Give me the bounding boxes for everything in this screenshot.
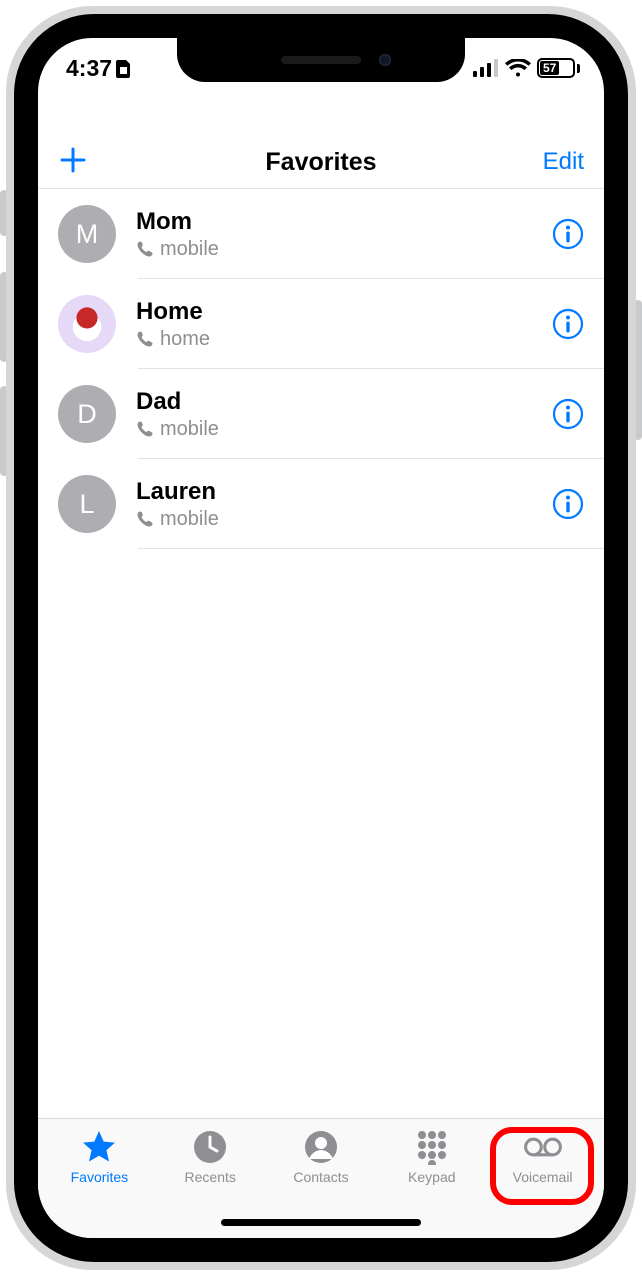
info-button[interactable]: [552, 398, 584, 430]
status-bar: 4:37 57: [38, 46, 604, 90]
info-button[interactable]: [552, 488, 584, 520]
info-icon: [552, 218, 584, 250]
tab-label: Contacts: [293, 1169, 348, 1185]
contact-line-type: mobile: [160, 238, 219, 261]
cellular-signal-icon: [473, 59, 499, 77]
wifi-icon: [505, 59, 531, 77]
favorite-row[interactable]: L Laurenmobile: [38, 459, 604, 549]
battery-indicator: 57: [537, 58, 580, 78]
status-time: 4:37: [66, 55, 112, 82]
favorite-row[interactable]: D Dadmobile: [38, 369, 604, 459]
status-left: 4:37: [66, 55, 132, 82]
phone-handset-icon: [136, 330, 154, 348]
contact-name: Dad: [136, 388, 552, 416]
edit-button[interactable]: Edit: [543, 148, 584, 176]
sim-icon: [116, 58, 132, 78]
contact-subline: mobile: [136, 238, 552, 261]
phone-handset-icon: [136, 240, 154, 258]
contact-subline: mobile: [136, 418, 552, 441]
contact-line-type: mobile: [160, 508, 219, 531]
contact-avatar: [58, 295, 116, 353]
tab-label: Keypad: [408, 1169, 455, 1185]
contact-subline: home: [136, 328, 552, 351]
favorite-row-text: Laurenmobile: [136, 478, 552, 531]
favorites-list: MMommobileHomehomeDDadmobileLLaurenmobil…: [38, 189, 604, 549]
tab-label: Voicemail: [513, 1169, 573, 1185]
screen: 4:37 57: [38, 38, 604, 1238]
tab-favorites[interactable]: Favorites: [44, 1129, 155, 1238]
star-icon: [80, 1129, 118, 1165]
phone-handset-icon: [136, 420, 154, 438]
info-button[interactable]: [552, 218, 584, 250]
contact-line-type: home: [160, 328, 210, 351]
battery-percent: 57: [543, 61, 556, 75]
favorite-row[interactable]: M Mommobile: [38, 189, 604, 279]
contact-name: Lauren: [136, 478, 552, 506]
home-indicator[interactable]: [221, 1219, 421, 1226]
contact-name: Home: [136, 298, 552, 326]
add-favorite-button[interactable]: [58, 145, 88, 180]
tab-label: Favorites: [71, 1169, 129, 1185]
info-icon: [552, 488, 584, 520]
phone-handset-icon: [136, 510, 154, 528]
favorite-row-text: Homehome: [136, 298, 552, 351]
tab-voicemail[interactable]: Voicemail: [487, 1129, 598, 1238]
keypad-icon: [414, 1129, 450, 1165]
contact-avatar: M: [58, 205, 116, 263]
favorite-row[interactable]: Homehome: [38, 279, 604, 369]
contact-name: Mom: [136, 208, 552, 236]
voicemail-icon: [523, 1135, 563, 1159]
favorite-row-text: Mommobile: [136, 208, 552, 261]
favorite-row-text: Dadmobile: [136, 388, 552, 441]
plus-icon: [58, 145, 88, 175]
contact-avatar: D: [58, 385, 116, 443]
tab-label: Recents: [185, 1169, 236, 1185]
contact-subline: mobile: [136, 508, 552, 531]
contact-avatar: L: [58, 475, 116, 533]
info-icon: [552, 308, 584, 340]
navigation-bar: Favorites Edit: [38, 136, 604, 188]
info-button[interactable]: [552, 308, 584, 340]
contact-line-type: mobile: [160, 418, 219, 441]
info-icon: [552, 398, 584, 430]
person-circle-icon: [303, 1129, 339, 1165]
page-title: Favorites: [38, 148, 604, 177]
status-right: 57: [473, 58, 580, 78]
clock-icon: [192, 1129, 228, 1165]
